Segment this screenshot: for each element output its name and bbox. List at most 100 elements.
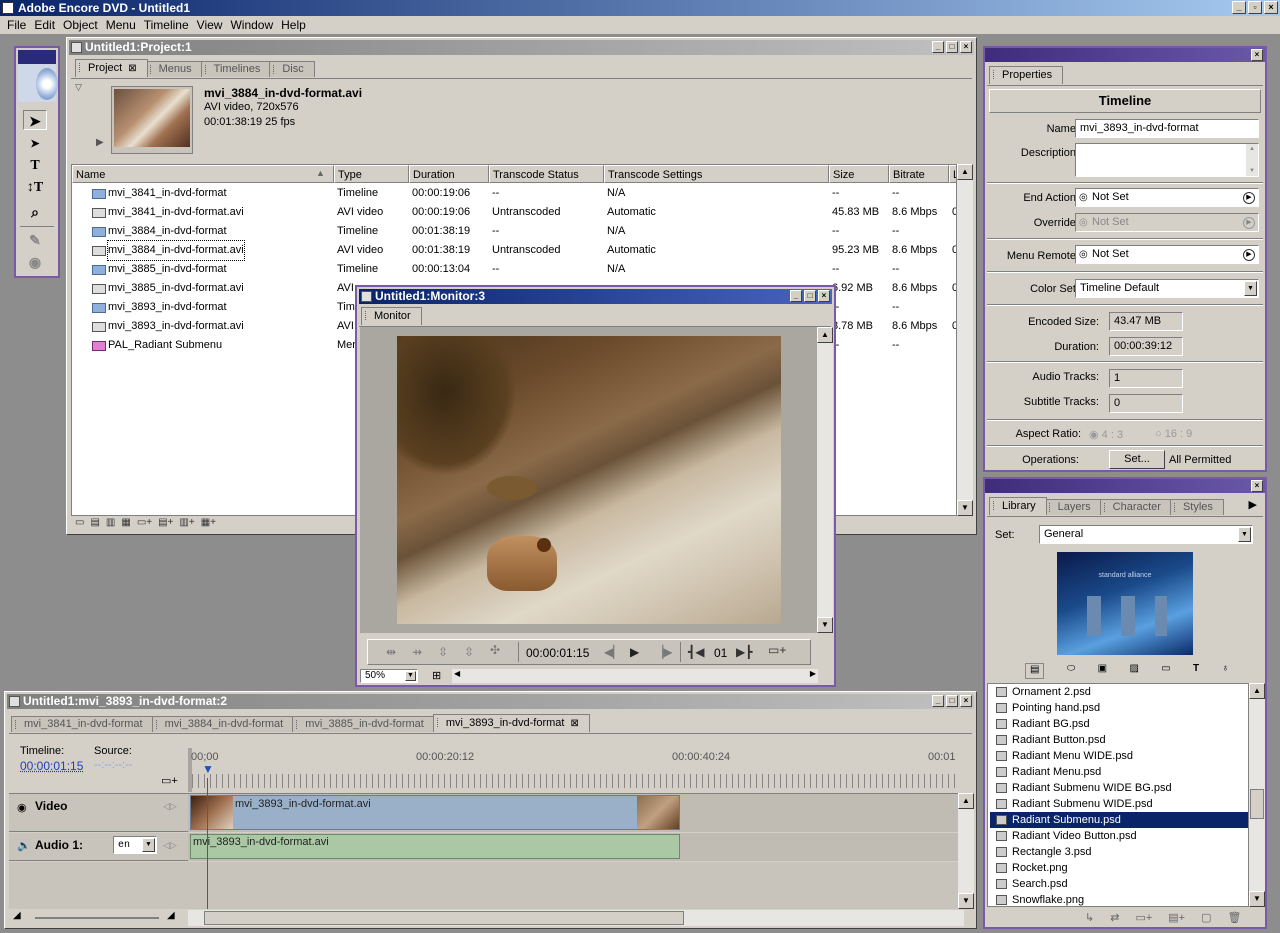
properties-close-button[interactable]: × [1251, 49, 1263, 61]
menu-object[interactable]: Object [60, 16, 103, 34]
new-set-icon[interactable]: ▭+ [1135, 911, 1152, 924]
next-chapter-icon[interactable]: ⇸ [412, 645, 422, 659]
monitor-minimize-button[interactable]: _ [790, 290, 802, 302]
filter-text-icon[interactable]: T [1193, 663, 1199, 679]
detail-view-icon[interactable]: ▤ [90, 517, 99, 531]
minimize-button[interactable]: _ [1232, 1, 1246, 14]
filter-images-icon[interactable]: ▣ [1098, 663, 1107, 679]
video-clip[interactable]: mvi_3893_in-dvd-format.avi [190, 795, 680, 830]
new-folder-icon[interactable]: ▭+ [137, 517, 152, 531]
tab-timeline-3885[interactable]: mvi_3885_in-dvd-format [292, 716, 435, 732]
description-field[interactable]: ▲ ▼ [1075, 143, 1259, 177]
chevron-down-icon[interactable]: ▼ [1244, 281, 1257, 296]
text-tool-icon[interactable]: T [23, 156, 47, 176]
prev-chapter-icon[interactable]: ⇹ [386, 645, 396, 659]
tab-disc[interactable]: Disc [269, 61, 315, 77]
col-duration[interactable]: Duration [409, 165, 489, 183]
timeline-hscroll[interactable] [188, 910, 964, 926]
col-name[interactable]: Name [72, 165, 334, 183]
new-menu-icon[interactable]: ▥+ [179, 517, 194, 531]
tab-project[interactable]: Project ⊠ [75, 59, 148, 77]
time-ruler[interactable]: 00;00 00:00:20:12 00:00:40:24 00:01 ▼ [188, 748, 958, 792]
menu-menu[interactable]: Menu [103, 16, 141, 34]
project-minimize-button[interactable]: _ [932, 41, 944, 53]
filter-shapes-icon[interactable]: ⬭ [1067, 663, 1076, 679]
scroll-thumb[interactable] [1250, 789, 1264, 819]
tab-styles[interactable]: Styles [1169, 499, 1224, 515]
tab-timeline-3884[interactable]: mvi_3884_in-dvd-format [151, 716, 295, 732]
new-item-icon[interactable]: ▦+ [201, 517, 216, 531]
tab-timeline-3893[interactable]: mvi_3893_in-dvd-format ⊠ [432, 714, 590, 732]
monitor-viewport[interactable] [360, 327, 817, 633]
scroll-down-button[interactable]: ▼ [957, 500, 973, 516]
table-row[interactable]: mvi_3841_in-dvd-format.avi AVI video 00:00… [72, 203, 956, 222]
pickwhip-icon[interactable]: ◎ [1079, 189, 1088, 206]
vertical-text-tool-icon[interactable]: ↕T [23, 178, 47, 198]
filter-backgrounds-icon[interactable]: ▨ [1129, 663, 1138, 679]
audio-language-select[interactable]: en ▼ [113, 836, 157, 854]
preview-thumbnail[interactable] [111, 86, 193, 154]
col-transcode-status[interactable]: Transcode Status [489, 165, 604, 183]
new-item-icon[interactable]: ▤+ [1168, 911, 1185, 924]
tab-monitor[interactable]: Monitor [361, 307, 422, 325]
tab-menus[interactable]: Menus [145, 61, 203, 77]
step-back-icon[interactable]: ◀▏ [604, 645, 622, 659]
close-button[interactable]: × [1264, 1, 1278, 14]
source-timecode[interactable]: --:--:--:-- [94, 759, 132, 771]
menu-remote-field[interactable]: ◎ Not Set ▶ [1075, 245, 1259, 264]
audio-clip[interactable]: mvi_3893_in-dvd-format.avi [190, 834, 680, 859]
menu-timeline[interactable]: Timeline [141, 16, 194, 34]
folder-view-icon[interactable]: ▥ [106, 517, 115, 531]
col-bitrate[interactable]: Bitrate [889, 165, 949, 183]
monitor-close-button[interactable]: × [818, 290, 830, 302]
table-row[interactable]: mvi_3885_in-dvd-format Timeline 00:00:13:0… [72, 260, 956, 279]
monitor-vscroll[interactable]: ▲ ▼ [817, 327, 833, 633]
safe-area-icon[interactable]: ⊞ [432, 669, 441, 682]
zoom-out-icon[interactable]: ◢ [13, 910, 21, 921]
direct-select-tool-icon[interactable]: ➤ [23, 134, 47, 154]
filter-folder-icon[interactable]: ▭ [1161, 663, 1170, 679]
eye-icon[interactable]: ◉ [17, 801, 27, 814]
tab-layers[interactable]: Layers [1044, 499, 1102, 515]
timeline-timecode[interactable]: 00:00:01:15 [20, 759, 83, 773]
menu-view[interactable]: View [194, 16, 228, 34]
next-chapter-point-icon[interactable]: ▶┣ [736, 645, 752, 659]
close-tab-icon[interactable]: ⊠ [571, 718, 579, 729]
library-menu-arrow-icon[interactable]: ▶ [1249, 498, 1257, 511]
table-row[interactable]: mvi_3884_in-dvd-format.avi AVI video 00:01… [72, 240, 956, 261]
list-item[interactable]: Radiant BG.psd [990, 716, 1248, 732]
set-select[interactable]: General ▼ [1039, 525, 1253, 544]
chevron-down-icon[interactable]: ▼ [1238, 527, 1251, 542]
preview-icon[interactable]: ◉ [23, 252, 47, 272]
list-item[interactable]: Rocket.png [990, 860, 1248, 876]
project-close-button[interactable]: × [960, 41, 972, 53]
list-item[interactable]: Radiant Video Button.psd [990, 828, 1248, 844]
list-item[interactable]: Ornament 2.psd [990, 684, 1248, 700]
menu-remote-arrow-icon[interactable]: ▶ [1243, 249, 1255, 261]
list-item[interactable]: Pointing hand.psd [990, 700, 1248, 716]
timeline-close-button[interactable]: × [960, 695, 972, 707]
prev-chapter-point-icon[interactable]: ┫◀ [688, 645, 704, 659]
col-type[interactable]: Type [334, 165, 409, 183]
operations-set-button[interactable]: Set... [1109, 450, 1165, 469]
scroll-up-button[interactable]: ▲ [958, 793, 974, 809]
close-tab-icon[interactable]: ⊠ [128, 63, 136, 74]
end-action-field[interactable]: ◎ Not Set ▶ [1075, 188, 1259, 207]
timeline-minimize-button[interactable]: _ [932, 695, 944, 707]
col-transcode-settings[interactable]: Transcode Settings [604, 165, 829, 183]
menu-file[interactable]: File [4, 16, 31, 34]
playhead-icon[interactable]: ▼ [202, 762, 214, 776]
monitor-timecode[interactable]: 00:00:01:15 [526, 646, 589, 660]
icon-view-icon[interactable]: ▦ [121, 517, 130, 531]
replace-icon[interactable]: ⇄ [1110, 911, 1119, 924]
zoom-in-icon[interactable]: ◢ [167, 910, 175, 921]
monitor-hscroll[interactable]: ◀ ▶ [452, 669, 818, 683]
tab-properties[interactable]: Properties [989, 66, 1064, 84]
table-row[interactable]: mvi_3884_in-dvd-format Timeline 00:01:38:1… [72, 222, 956, 241]
list-item[interactable]: Radiant Submenu WIDE BG.psd [990, 780, 1248, 796]
list-view-icon[interactable]: ▭ [75, 517, 84, 531]
list-item[interactable]: Radiant Button.psd [990, 732, 1248, 748]
col-last[interactable]: Last [949, 165, 956, 183]
expand-arrow-icon[interactable]: ▽ [75, 82, 82, 93]
filter-buttons-icon[interactable]: ▤ [1025, 663, 1045, 679]
